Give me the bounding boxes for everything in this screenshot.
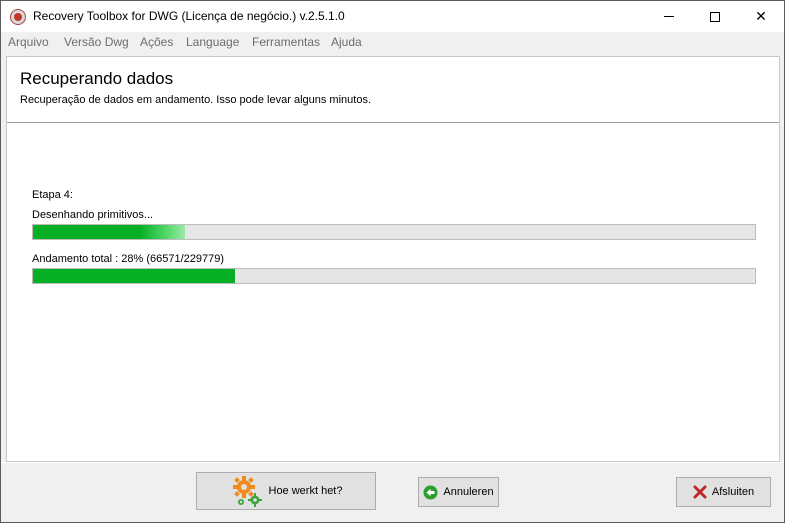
- total-progress-label: Andamento total : 28% (66571/229779): [32, 253, 225, 265]
- close-button[interactable]: ✕: [738, 1, 784, 32]
- menu-ferramentas[interactable]: Ferramentas: [252, 35, 320, 49]
- gears-icon: [230, 474, 264, 508]
- red-x-icon: [693, 485, 707, 499]
- step-progress-fill: [33, 225, 185, 239]
- close-icon: ✕: [755, 8, 767, 25]
- maximize-icon: [710, 11, 720, 22]
- page-subtitle: Recuperação de dados em andamento. Isso …: [20, 94, 371, 106]
- page-title: Recuperando dados: [20, 69, 174, 88]
- footer-divider: [1, 462, 784, 463]
- app-icon: [10, 9, 26, 25]
- how-it-works-label: Hoe werkt het?: [268, 485, 343, 497]
- cancel-button[interactable]: Annuleren: [418, 477, 499, 507]
- exit-button[interactable]: Afsluiten: [676, 477, 771, 507]
- maximize-button[interactable]: [692, 1, 738, 32]
- wizard-header: Recuperando dados Recuperação de dados e…: [7, 57, 779, 123]
- menu-versao-dwg[interactable]: Versão Dwg: [64, 35, 129, 49]
- minimize-icon: [664, 16, 674, 17]
- menu-ajuda[interactable]: Ajuda: [331, 35, 362, 49]
- stage-label: Etapa 4:: [32, 189, 73, 201]
- app-window: Recovery Toolbox for DWG (Licença de neg…: [0, 0, 785, 523]
- title-bar[interactable]: Recovery Toolbox for DWG (Licença de neg…: [1, 1, 784, 32]
- total-progress-fill: [33, 269, 236, 283]
- step-label: Desenhando primitivos...: [32, 209, 154, 221]
- menu-acoes[interactable]: Ações: [140, 35, 173, 49]
- menu-bar: Arquivo Versão Dwg Ações Language Ferram…: [1, 32, 784, 53]
- minimize-button[interactable]: [646, 1, 692, 32]
- exit-label: Afsluiten: [711, 486, 755, 498]
- menu-arquivo[interactable]: Arquivo: [8, 35, 49, 49]
- step-progress-bar: [32, 224, 756, 240]
- back-arrow-icon: [423, 485, 438, 500]
- how-it-works-button[interactable]: Hoe werkt het?: [196, 472, 376, 510]
- window-title: Recovery Toolbox for DWG (Licença de neg…: [33, 9, 345, 23]
- total-progress-bar: [32, 268, 756, 284]
- wizard-panel: Recuperando dados Recuperação de dados e…: [6, 56, 780, 462]
- cancel-label: Annuleren: [443, 486, 494, 498]
- menu-language[interactable]: Language: [186, 35, 239, 49]
- header-divider: [7, 122, 779, 123]
